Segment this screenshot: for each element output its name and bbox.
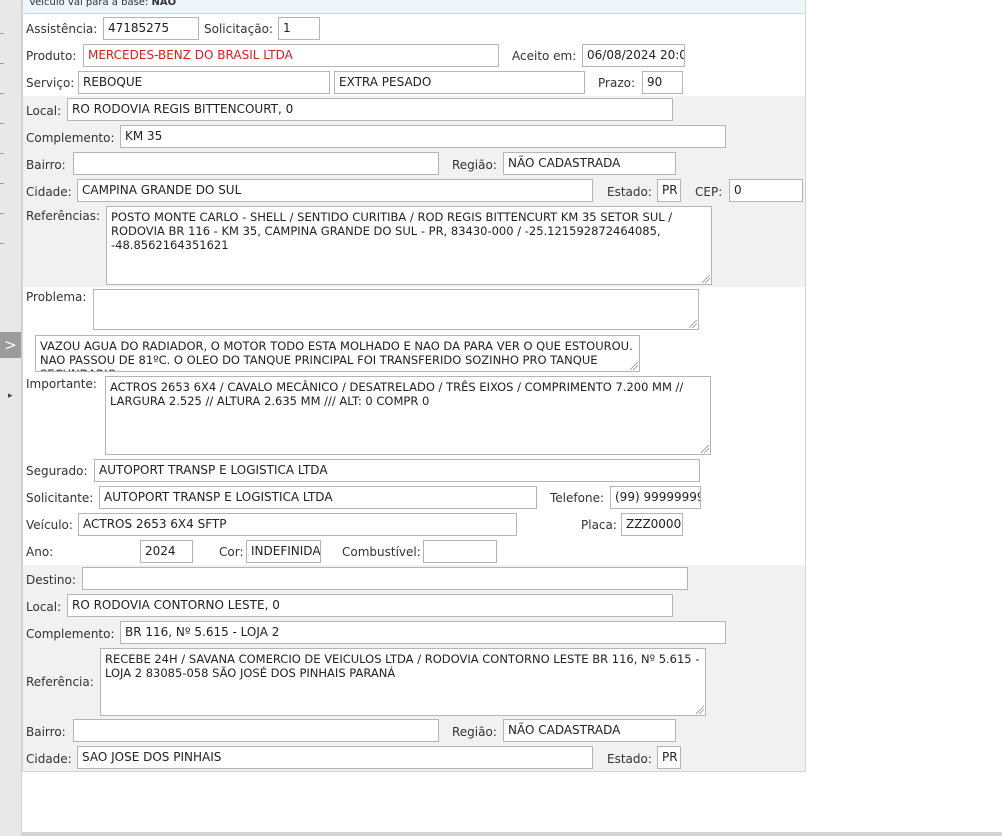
destino-bairro-label: Bairro:	[26, 725, 66, 739]
sidebar-tick	[0, 63, 4, 64]
resize-handle-icon[interactable]	[702, 275, 710, 283]
servico-tipo-field[interactable]: EXTRA PESADO	[334, 71, 585, 94]
bottom-divider	[21, 832, 1002, 836]
complemento-label: Complemento:	[26, 131, 115, 145]
destino-field[interactable]	[82, 567, 688, 590]
produto-field[interactable]: MERCEDES-BENZ DO BRASIL LTDA	[83, 44, 499, 67]
importante-text: ACTROS 2653 6X4 / CAVALO MECÂNICO / DESA…	[110, 380, 684, 408]
left-sidebar: > ▸	[0, 0, 22, 836]
base-value: NÃO	[151, 0, 177, 8]
sidebar-tick	[0, 183, 4, 184]
ano-label: Ano:	[26, 545, 54, 559]
placa-label: Placa:	[581, 518, 617, 532]
service-section: Assistência: 47185275 Solicitação: 1 Pro…	[23, 14, 805, 96]
destino-regiao-label: Região:	[452, 725, 497, 739]
segurado-field[interactable]: AUTOPORT TRANSP E LOGISTICA LTDA	[94, 459, 700, 482]
sidebar-expand-button[interactable]: >	[0, 332, 21, 358]
produto-label: Produto:	[26, 49, 77, 63]
prazo-field[interactable]: 90	[642, 71, 683, 94]
regiao-field[interactable]: NÃO CADASTRADA	[503, 152, 676, 175]
solicitante-field[interactable]: AUTOPORT TRANSP E LOGISTICA LTDA	[99, 486, 537, 509]
solicitacao-field[interactable]: 1	[278, 17, 320, 40]
caret-right-icon[interactable]: ▸	[8, 391, 13, 401]
problema-label: Problema:	[26, 290, 87, 304]
destino-complemento-label: Complemento:	[26, 627, 115, 641]
veiculo-field[interactable]: ACTROS 2653 6X4 SFTP	[78, 513, 517, 536]
sidebar-tick	[0, 243, 4, 244]
destino-label: Destino:	[26, 573, 76, 587]
cor-field[interactable]: INDEFINIDA	[246, 540, 321, 563]
solicitante-label: Solicitante:	[26, 491, 94, 505]
cidade-label: Cidade:	[26, 185, 72, 199]
resize-handle-icon[interactable]	[696, 706, 704, 714]
sidebar-tick	[0, 213, 4, 214]
prazo-label: Prazo:	[598, 76, 635, 90]
origin-address-section: Local: RO RODOVIA REGIS BITTENCOURT, 0 C…	[23, 96, 805, 287]
sidebar-tick	[0, 93, 4, 94]
referencias-label: Referências:	[26, 209, 101, 223]
servico-field[interactable]: REBOQUE	[78, 71, 330, 94]
servico-label: Serviço:	[26, 76, 75, 90]
sidebar-tick	[0, 153, 4, 154]
destino-cidade-label: Cidade:	[26, 752, 72, 766]
problema-descricao-text: VAZOU AGUA DO RADIADOR, O MOTOR TODO EST…	[40, 339, 633, 371]
telefone-label: Telefone:	[550, 491, 604, 505]
referencias-text: POSTO MONTE CARLO - SHELL / SENTIDO CURI…	[111, 210, 673, 252]
cidade-field[interactable]: CAMPINA GRANDE DO SUL	[77, 179, 593, 202]
destination-section: Destino: Local: RO RODOVIA CONTORNO LEST…	[23, 565, 805, 771]
resize-handle-icon[interactable]	[701, 445, 709, 453]
combustivel-label: Combustível:	[342, 545, 421, 559]
local-field[interactable]: RO RODOVIA REGIS BITTENCOURT, 0	[67, 98, 673, 121]
destino-local-label: Local:	[26, 600, 62, 614]
veiculo-label: Veículo:	[26, 518, 73, 532]
problem-section: Problema: VAZOU AGUA DO RADIADOR, O MOTO…	[23, 287, 805, 565]
ano-field[interactable]: 2024	[140, 540, 193, 563]
importante-textarea[interactable]: ACTROS 2653 6X4 / CAVALO MECÂNICO / DESA…	[105, 376, 711, 455]
base-info-bar: Veículo vai para a base: NÃO	[23, 0, 805, 14]
placa-field[interactable]: ZZZ0000	[621, 513, 683, 536]
segurado-label: Segurado:	[26, 464, 88, 478]
combustivel-field[interactable]	[423, 540, 497, 563]
destino-cidade-field[interactable]: SAO JOSE DOS PINHAIS	[77, 746, 593, 769]
problema-descricao-textarea[interactable]: VAZOU AGUA DO RADIADOR, O MOTOR TODO EST…	[35, 335, 640, 372]
local-label: Local:	[26, 104, 62, 118]
destino-complemento-field[interactable]: BR 116, Nº 5.615 - LOJA 2	[120, 621, 726, 644]
destino-local-field[interactable]: RO RODOVIA CONTORNO LESTE, 0	[67, 594, 673, 617]
sidebar-tick	[0, 123, 4, 124]
solicitacao-label: Solicitação:	[204, 22, 273, 36]
aceito-em-field[interactable]: 06/08/2024 20:08	[582, 44, 685, 67]
service-details-panel: Veículo vai para a base: NÃO Assistência…	[22, 0, 806, 772]
destino-bairro-field[interactable]	[73, 719, 439, 742]
referencias-textarea[interactable]: POSTO MONTE CARLO - SHELL / SENTIDO CURI…	[106, 206, 712, 285]
aceito-em-label: Aceito em:	[512, 49, 577, 63]
telefone-field[interactable]: (99) 999999999	[610, 486, 701, 509]
destino-referencia-text: RECEBE 24H / SAVANA COMERCIO DE VEICULOS…	[105, 652, 700, 680]
destino-estado-label: Estado:	[607, 752, 652, 766]
destino-referencia-textarea[interactable]: RECEBE 24H / SAVANA COMERCIO DE VEICULOS…	[100, 648, 706, 716]
base-label: Veículo vai para a base:	[29, 0, 149, 8]
resize-handle-icon[interactable]	[689, 320, 697, 328]
estado-field[interactable]: PR	[657, 179, 681, 202]
sidebar-tick	[0, 33, 4, 34]
assistencia-label: Assistência:	[26, 22, 98, 36]
resize-handle-icon[interactable]	[630, 362, 638, 370]
estado-label: Estado:	[607, 185, 652, 199]
bairro-field[interactable]	[73, 152, 439, 175]
cor-label: Cor:	[219, 545, 244, 559]
chevron-right-icon: >	[4, 336, 17, 354]
destino-referencia-label: Referência:	[26, 675, 94, 689]
regiao-label: Região:	[452, 158, 497, 172]
destino-regiao-field[interactable]: NÃO CADASTRADA	[503, 719, 676, 742]
complemento-field[interactable]: KM 35	[120, 125, 726, 148]
cep-label: CEP:	[695, 185, 723, 199]
importante-label: Importante:	[26, 377, 97, 391]
cep-field[interactable]: 0	[729, 179, 803, 202]
assistencia-field[interactable]: 47185275	[103, 17, 199, 40]
problema-textarea[interactable]	[93, 289, 699, 330]
destino-estado-field[interactable]: PR	[657, 746, 681, 769]
bairro-label: Bairro:	[26, 158, 66, 172]
